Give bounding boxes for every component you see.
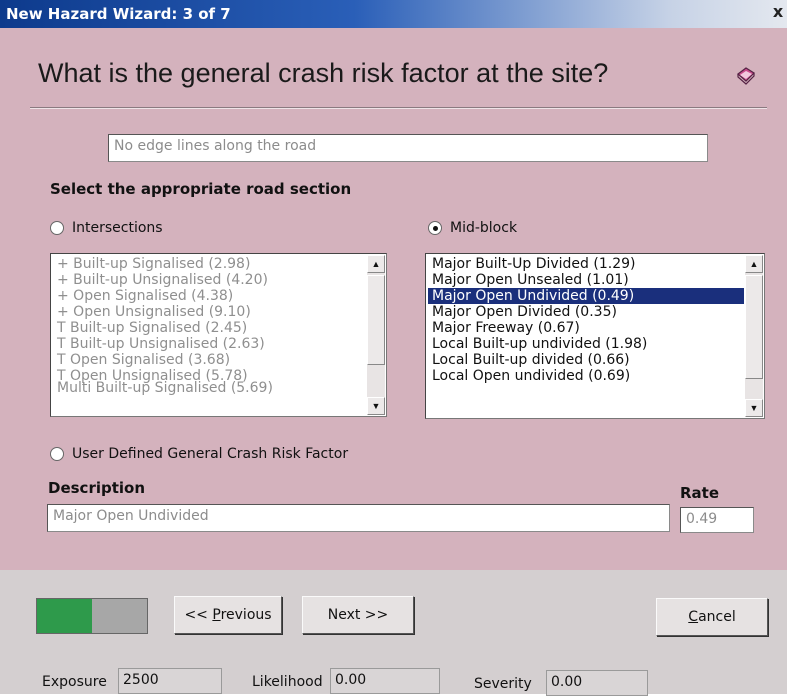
- list-item[interactable]: + Open Unsignalised (9.10): [53, 304, 366, 320]
- severity-value: 0.00: [546, 670, 648, 696]
- radio-intersections-dot[interactable]: [50, 221, 64, 235]
- page-question: What is the general crash risk factor at…: [38, 58, 609, 88]
- list-item[interactable]: Multi Built-up Signalised (5.69): [53, 380, 366, 396]
- rate-header: Rate: [680, 484, 720, 502]
- description-header: Description: [48, 479, 146, 497]
- intersections-list[interactable]: + Built-up Signalised (2.98) + Built-up …: [50, 253, 387, 417]
- rate-field[interactable]: 0.49: [680, 507, 754, 533]
- title-bar[interactable]: New Hazard Wizard: 3 of 7 x: [0, 0, 787, 28]
- radio-intersections-label: Intersections: [72, 220, 163, 236]
- next-button[interactable]: Next >>: [302, 596, 414, 634]
- likelihood-label: Likelihood: [252, 674, 323, 690]
- intersections-scrollbar[interactable]: ▲ ▼: [367, 255, 385, 415]
- scroll-thumb[interactable]: [745, 275, 763, 379]
- wizard-window: New Hazard Wizard: 3 of 7 x What is the …: [0, 0, 787, 696]
- radio-midblock[interactable]: Mid-block: [428, 220, 517, 236]
- exposure-label: Exposure: [42, 674, 107, 690]
- previous-button[interactable]: << Previous: [174, 596, 282, 634]
- likelihood-value: 0.00: [330, 668, 440, 694]
- scroll-up-arrow-icon[interactable]: ▲: [367, 255, 385, 273]
- previous-rest: revious: [220, 607, 272, 623]
- list-item[interactable]: Local Built-up undivided (1.98): [428, 336, 744, 352]
- hazard-name-field[interactable]: No edge lines along the road: [108, 134, 708, 162]
- midblock-items: Major Built-Up Divided (1.29) Major Open…: [428, 256, 744, 416]
- radio-midblock-label: Mid-block: [450, 220, 518, 236]
- list-item[interactable]: + Built-up Signalised (2.98): [53, 256, 366, 272]
- close-icon[interactable]: x: [769, 2, 787, 24]
- list-item[interactable]: T Built-up Signalised (2.45): [53, 320, 366, 336]
- description-field[interactable]: Major Open Undivided: [47, 504, 670, 532]
- intersections-items: + Built-up Signalised (2.98) + Built-up …: [53, 256, 366, 414]
- radio-intersections[interactable]: Intersections: [50, 220, 163, 236]
- list-item[interactable]: T Built-up Unsignalised (2.63): [53, 336, 366, 352]
- radio-user-defined-label: User Defined General Crash Risk Factor: [72, 446, 349, 462]
- radio-user-defined[interactable]: User Defined General Crash Risk Factor: [50, 446, 348, 462]
- window-title: New Hazard Wizard: 3 of 7: [6, 5, 231, 23]
- wizard-progress-bar: [36, 598, 148, 634]
- wizard-progress-fill: [37, 599, 92, 633]
- scroll-up-arrow-icon[interactable]: ▲: [745, 255, 763, 273]
- scroll-down-arrow-icon[interactable]: ▼: [745, 399, 763, 417]
- list-item[interactable]: Major Open Unsealed (1.01): [428, 272, 744, 288]
- header-divider: [30, 107, 767, 109]
- scroll-thumb[interactable]: [367, 275, 385, 365]
- previous-mnemonic: P: [212, 607, 221, 623]
- list-item-selected[interactable]: Major Open Undivided (0.49): [428, 288, 744, 304]
- list-item[interactable]: Major Open Divided (0.35): [428, 304, 744, 320]
- list-item[interactable]: Major Freeway (0.67): [428, 320, 744, 336]
- previous-prefix: <<: [184, 607, 213, 623]
- cancel-mnemonic: C: [688, 609, 699, 625]
- list-item[interactable]: Local Open undivided (0.69): [428, 368, 744, 384]
- list-item[interactable]: + Built-up Unsignalised (4.20): [53, 272, 366, 288]
- severity-label: Severity: [474, 676, 532, 692]
- scroll-down-arrow-icon[interactable]: ▼: [367, 397, 385, 415]
- list-item[interactable]: Major Built-Up Divided (1.29): [428, 256, 744, 272]
- midblock-scrollbar[interactable]: ▲ ▼: [745, 255, 763, 417]
- help-book-icon[interactable]: [735, 64, 757, 86]
- list-item[interactable]: Local Built-up divided (0.66): [428, 352, 744, 368]
- radio-user-defined-dot[interactable]: [50, 447, 64, 461]
- list-item[interactable]: + Open Signalised (4.38): [53, 288, 366, 304]
- road-section-label: Select the appropriate road section: [50, 180, 352, 198]
- radio-midblock-dot[interactable]: [428, 221, 442, 235]
- cancel-button[interactable]: Cancel: [656, 598, 768, 636]
- cancel-rest: ancel: [698, 609, 736, 625]
- list-item[interactable]: T Open Signalised (3.68): [53, 352, 366, 368]
- exposure-value: 2500: [118, 668, 222, 694]
- midblock-list[interactable]: Major Built-Up Divided (1.29) Major Open…: [425, 253, 765, 419]
